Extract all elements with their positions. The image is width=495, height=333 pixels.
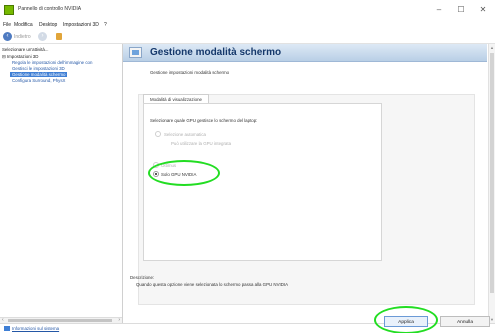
window-title: Pannello di controllo NVIDIA (18, 6, 82, 12)
sidebar-item-surround-physx[interactable]: Configura Surround, PhysX (10, 78, 67, 83)
radio-auto-select[interactable] (155, 131, 161, 137)
highlight-circle-apply (374, 306, 438, 333)
menu-file[interactable]: File (3, 22, 11, 28)
tab-display-mode[interactable]: Modalità di visualizzazione (143, 94, 209, 103)
sidebar-item-regola-immagine[interactable]: Regola le impostazioni dell'immagine con (10, 60, 94, 65)
main-vertical-scrollbar[interactable]: ▲ ▼ (488, 44, 495, 323)
home-icon[interactable] (54, 32, 64, 42)
sidebar-item-gestione-schermo[interactable]: Gestione modalità schermo (10, 72, 68, 77)
nvidia-logo-icon (4, 5, 14, 15)
system-info-link[interactable]: Informazioni sul sistema (12, 326, 59, 331)
menu-bar: File Modifica Desktop Impostazioni 3D ? (0, 21, 495, 30)
gpu-selection-group: Selezionare quale GPU gestisce lo scherm… (143, 103, 382, 261)
arrow-right-icon: › (41, 33, 44, 39)
cancel-button[interactable]: Annulla (440, 316, 490, 327)
option-auto-select-label: Selezione automatica (164, 132, 206, 137)
description-text: Quando questa opzione viene selezionata … (136, 282, 289, 287)
arrow-left-icon: ‹ (6, 33, 9, 39)
menu-impostazioni-3d[interactable]: Impostazioni 3D (63, 22, 99, 28)
toolbar: ‹ Indietro › (0, 30, 495, 44)
option-auto-select-sublabel: Può utilizzare la GPU integrata (171, 141, 232, 146)
forward-button[interactable]: › (38, 32, 47, 41)
highlight-circle-nvidia-option (148, 160, 220, 186)
title-bar: Pannello di controllo NVIDIA – ☐ ✕ (0, 0, 495, 21)
back-button[interactable]: ‹ (3, 32, 12, 41)
maximize-button[interactable]: ☐ (455, 5, 467, 15)
page-title: Gestione modalità schermo (150, 47, 282, 58)
scrollbar-thumb[interactable] (8, 319, 112, 322)
scroll-down-icon[interactable]: ▼ (490, 317, 494, 322)
close-button[interactable]: ✕ (477, 5, 489, 15)
sidebar-item-gestisci-3d[interactable]: Gestisci le impostazioni 3D (10, 66, 67, 71)
minimize-button[interactable]: – (433, 5, 445, 15)
page-subtitle: Gestione impostazioni modalità schermo (150, 70, 230, 75)
back-label[interactable]: Indietro (14, 34, 31, 40)
system-info-icon (4, 326, 10, 331)
tree-root-label: Impostazioni 3D (6, 54, 39, 59)
menu-desktop[interactable]: Desktop (39, 22, 57, 28)
main-content: Gestione modalità schermo Gestione impos… (123, 44, 495, 323)
menu-help[interactable]: ? (104, 22, 107, 28)
task-sidebar: Selezionare un'attività... ⊟ Impostazion… (0, 44, 123, 323)
page-banner: Gestione modalità schermo (123, 44, 487, 62)
menu-modifica[interactable]: Modifica (14, 22, 33, 28)
main-scrollbar-thumb[interactable] (490, 53, 494, 293)
gpu-selection-prompt: Selezionare quale GPU gestisce lo scherm… (150, 118, 258, 123)
sidebar-header: Selezionare un'attività... (2, 47, 49, 52)
scroll-up-icon[interactable]: ▲ (490, 45, 494, 50)
display-icon (129, 47, 142, 58)
description-label: Descrizione: (130, 275, 155, 280)
display-mode-panel: Modalità di visualizzazione Selezionare … (138, 94, 475, 305)
